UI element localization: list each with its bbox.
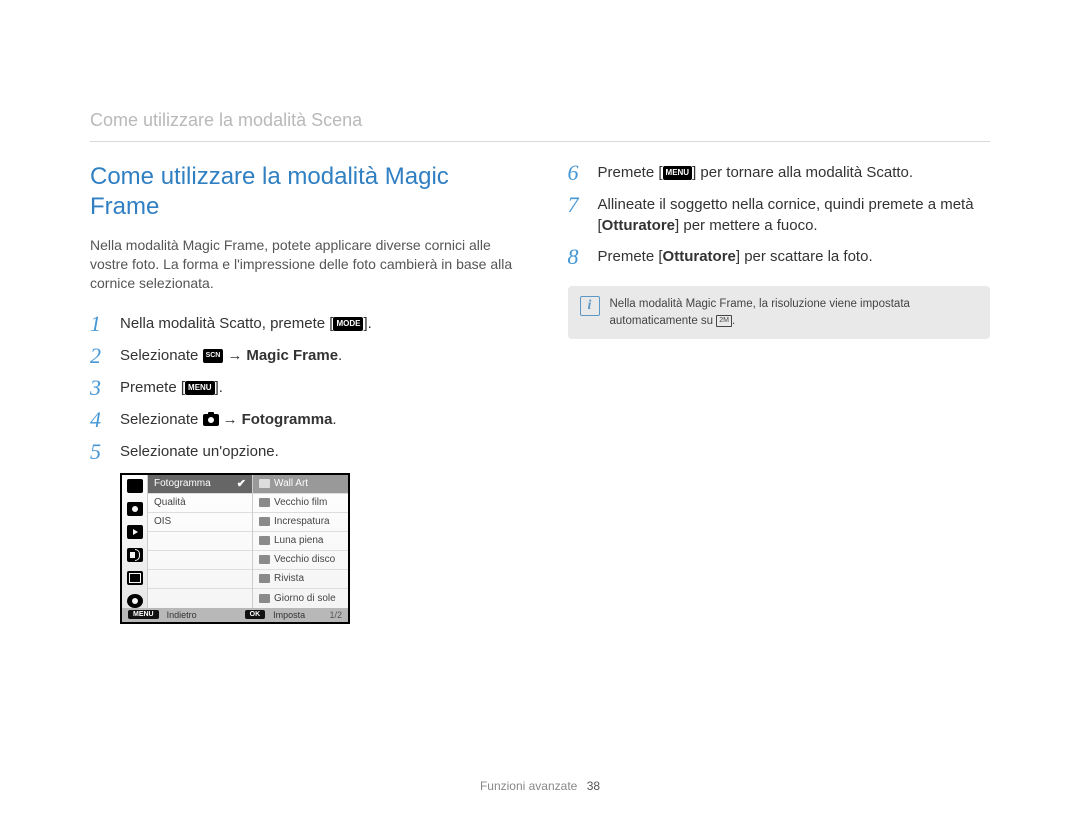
step-number: 2 — [90, 345, 108, 367]
option-item: Luna piena — [253, 532, 348, 551]
step-body: Nella modalità Scatto, premete [MODE]. — [120, 313, 513, 334]
option-item: Vecchio film — [253, 494, 348, 513]
footer-section: Funzioni avanzate — [480, 779, 577, 793]
step-body: Selezionate un'opzione. — [120, 441, 513, 462]
settings-tab-icon — [127, 594, 143, 608]
option-item: Giorno di sole — [253, 589, 348, 608]
menu-item — [148, 551, 252, 570]
menu-item: OIS — [148, 513, 252, 532]
thumb-icon — [259, 479, 270, 488]
note-box: i Nella modalità Magic Frame, la risoluz… — [568, 286, 991, 339]
camera-tab-icon — [127, 502, 143, 516]
page: Come utilizzare la modalità Scena Come u… — [0, 0, 1080, 624]
step-number: 7 — [568, 194, 586, 216]
step-body: Premete [MENU] per tornare alla modalità… — [598, 162, 991, 183]
steps-right: 6 Premete [MENU] per tornare alla modali… — [568, 162, 991, 268]
step-number: 3 — [90, 377, 108, 399]
camera-side-icons — [122, 475, 148, 608]
footer-page-number: 38 — [587, 779, 600, 793]
scn-icon: SCN — [203, 349, 224, 363]
page-indicator: 1/2 — [329, 610, 342, 620]
scn-tab-icon — [127, 479, 143, 493]
camera-footer: MENU Indietro OK Imposta 1/2 — [122, 608, 348, 622]
page-footer: Funzioni avanzate 38 — [0, 779, 1080, 793]
thumb-icon — [259, 555, 270, 564]
menu-icon: MENU — [185, 381, 215, 395]
step-number: 4 — [90, 409, 108, 431]
checkmark-icon: ✔ — [237, 477, 246, 490]
step-body: Premete [Otturatore] per scattare la fot… — [598, 246, 991, 267]
ok-button-icon: OK — [245, 610, 266, 619]
step-number: 6 — [568, 162, 586, 184]
option-item: Vecchio disco — [253, 551, 348, 570]
display-tab-icon — [127, 571, 143, 585]
step-body: Selezionate →Fotogramma. — [120, 409, 513, 430]
intro-text: Nella modalità Magic Frame, potete appli… — [90, 236, 513, 293]
note-text: Nella modalità Magic Frame, la risoluzio… — [610, 296, 979, 329]
step-body: Allineate il soggetto nella cornice, qui… — [598, 194, 991, 236]
mode-icon: MODE — [333, 317, 363, 331]
left-column: Come utilizzare la modalità Magic Frame … — [90, 162, 513, 624]
option-item: Rivista — [253, 570, 348, 589]
option-item: Increspatura — [253, 513, 348, 532]
sound-tab-icon — [127, 548, 143, 562]
menu-item — [148, 532, 252, 551]
steps-left: 1 Nella modalità Scatto, premete [MODE].… — [90, 313, 513, 463]
resolution-icon: 2M — [716, 315, 732, 327]
camera-menu-screenshot: Fotogramma✔ Qualità OIS Wall Art Vecchio… — [120, 473, 350, 624]
camera-option-list: Wall Art Vecchio film Increspatura Luna … — [253, 475, 348, 608]
page-title: Come utilizzare la modalità Magic Frame — [90, 162, 513, 222]
option-item-selected: Wall Art — [253, 475, 348, 494]
menu-item — [148, 589, 252, 608]
step-body: Premete [MENU]. — [120, 377, 513, 398]
step-number: 1 — [90, 313, 108, 335]
menu-item — [148, 570, 252, 589]
step-number: 5 — [90, 441, 108, 463]
video-tab-icon — [127, 525, 143, 539]
right-column: 6 Premete [MENU] per tornare alla modali… — [568, 162, 991, 624]
thumb-icon — [259, 536, 270, 545]
menu-item-selected: Fotogramma✔ — [148, 475, 252, 494]
thumb-icon — [259, 498, 270, 507]
thumb-icon — [259, 517, 270, 526]
content-columns: Come utilizzare la modalità Magic Frame … — [90, 162, 990, 624]
step-body: Selezionate SCN→Magic Frame. — [120, 345, 513, 366]
camera-icon — [203, 414, 219, 426]
menu-button-icon: MENU — [128, 610, 159, 619]
menu-item: Qualità — [148, 494, 252, 513]
back-label: Indietro — [167, 610, 197, 620]
info-icon: i — [580, 296, 600, 316]
menu-icon: MENU — [663, 166, 693, 180]
thumb-icon — [259, 574, 270, 583]
step-number: 8 — [568, 246, 586, 268]
thumb-icon — [259, 594, 270, 603]
camera-menu-list: Fotogramma✔ Qualità OIS — [148, 475, 253, 608]
set-label: Imposta — [273, 610, 305, 620]
breadcrumb: Come utilizzare la modalità Scena — [90, 110, 990, 142]
